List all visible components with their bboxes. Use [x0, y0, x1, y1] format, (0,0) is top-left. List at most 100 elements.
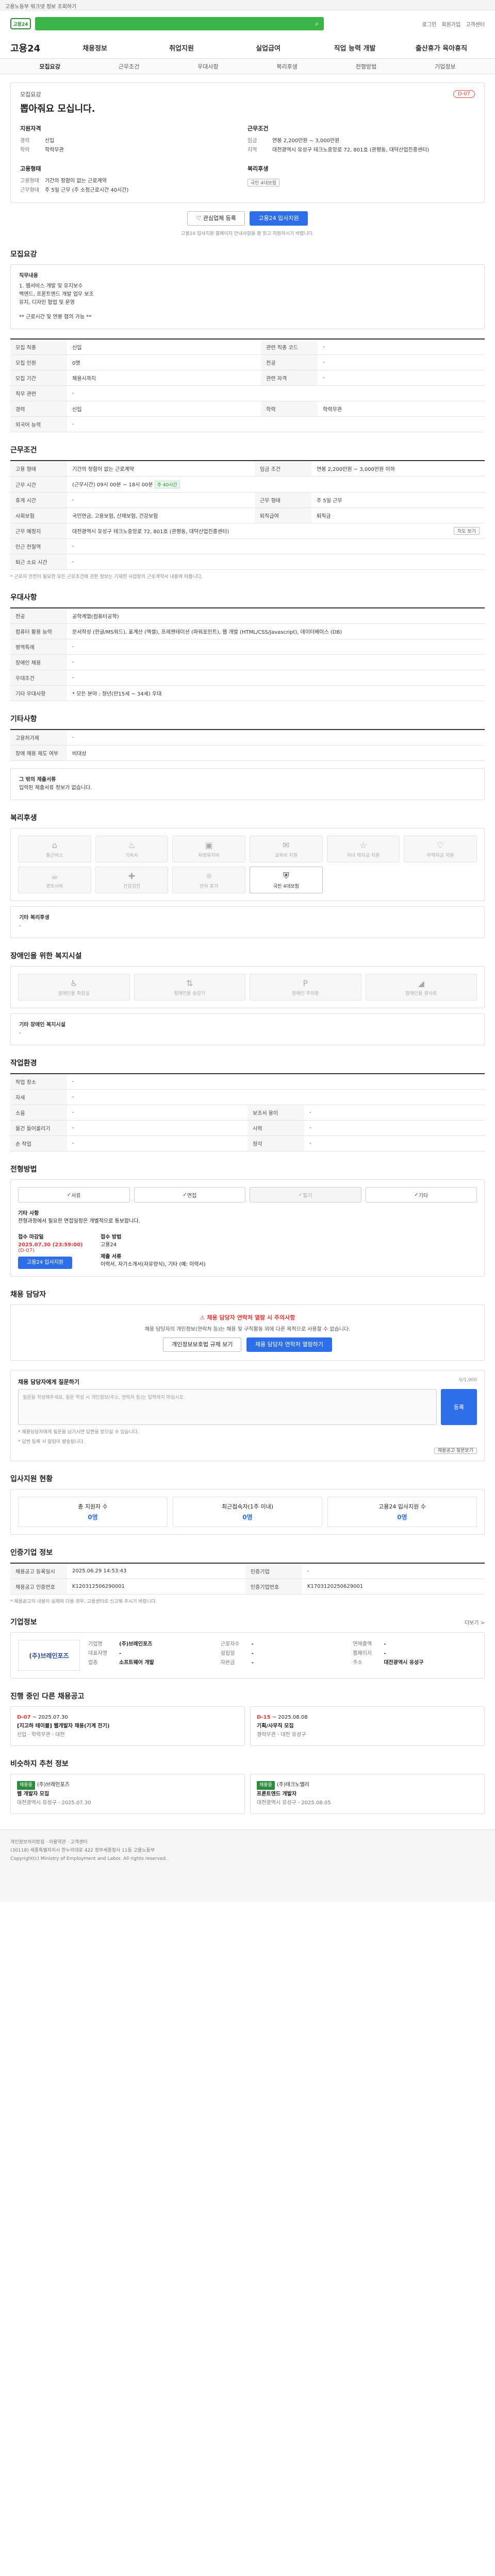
welfare-extra-value: - — [19, 923, 21, 929]
field-key: 홈페이지 — [353, 1651, 372, 1656]
field-value: 대전광역시 유성구 — [384, 1660, 424, 1666]
extra-docs-box: 그 밖의 제출서류 입력된 제출서류 정보가 없습니다. — [10, 768, 485, 800]
company-field: 설립일 - — [221, 1649, 345, 1658]
table-value: - — [67, 538, 485, 554]
job-card[interactable]: D-15 ~ 2025.08.08 기획/사무직 모집 경력무관 · 대전 유성… — [250, 1706, 485, 1746]
section-title-recruit: 모집요강 — [10, 250, 37, 259]
facility-label: 장애인용 경사로 — [405, 991, 437, 996]
help-link[interactable]: 고객센터 — [466, 20, 485, 28]
heart-icon: ♡ — [436, 840, 444, 850]
table-value: - — [67, 654, 485, 670]
stat-label: 총 지원자 수 — [78, 1503, 108, 1510]
section-title-env: 작업환경 — [10, 1059, 37, 1067]
logo[interactable]: 고용24 — [10, 18, 31, 29]
company-more-link[interactable]: 더보기 > — [465, 1618, 485, 1626]
qna-title: 채용 담당자에게 질문하기 — [18, 1379, 79, 1385]
gift-icon: ✚ — [128, 871, 136, 881]
table-key: 인증기업 — [245, 1563, 302, 1579]
nav-item-leave[interactable]: 출산휴가 육아휴직 — [398, 43, 485, 53]
table-key: 경력 — [10, 401, 67, 417]
similar-meta: 대전광역시 유성구 · 2025.08.05 — [257, 1800, 331, 1806]
table-row: 자세 - — [10, 1089, 485, 1105]
nav-item-jobs[interactable]: 채용정보 — [52, 43, 138, 53]
kv-key: 경력 — [20, 138, 30, 144]
welfare-label: 국민 4대보험 — [273, 884, 299, 889]
work-hours-chip: 주 40시간 — [154, 481, 180, 488]
welfare-item: ☼ 연차 휴가 — [172, 867, 245, 893]
map-button[interactable]: 지도 보기 — [454, 527, 480, 535]
deadline-block: 접수 마감일 2025.07.30 (23:59:00) (D-07) 고용24… — [18, 1232, 90, 1269]
qna-submit-button[interactable]: 등록 — [441, 1389, 477, 1425]
tab-selection[interactable]: 전형방법 — [326, 62, 405, 71]
job-description: 직무내용 1. 웹서비스 개발 및 유지보수 백엔드, 프론트엔드 개발 업무 … — [10, 264, 485, 329]
view-contact-button[interactable]: 채용 담당자 연락처 열람하기 — [246, 1337, 332, 1352]
welfare-label: 통근버스 — [46, 853, 63, 858]
table-key: 관련 직종 코드 — [261, 339, 318, 355]
other-table: 고용허가제 - 장애 채용 제도 여부 비대상 — [10, 729, 485, 761]
login-link[interactable]: 로그인 — [422, 20, 437, 28]
table-row: 손 작업 - 청각 - — [10, 1136, 485, 1151]
table-key: 청각 — [248, 1136, 304, 1151]
table-value: (근무시간) 09시 00분 ~ 18시 00분 주 40시간 — [67, 476, 485, 493]
nav-item-training[interactable]: 직업 능력 개발 — [311, 43, 398, 53]
kv-value: 주 5일 근무 (주 소정근로시간 40시간) — [45, 188, 129, 193]
apply-info: 접수 마감일 2025.07.30 (23:59:00) (D-07) 고용24… — [18, 1232, 477, 1269]
table-key: 모집 기간 — [10, 370, 67, 386]
field-value: - — [384, 1641, 386, 1647]
table-key: 고용 형태 — [10, 461, 67, 477]
tab-recruit[interactable]: 모집요강 — [10, 62, 89, 71]
nav-item-benefit[interactable]: 실업급여 — [225, 43, 311, 53]
apply-button[interactable]: 고용24 입사지원 — [250, 211, 308, 226]
similar-card[interactable]: 채용중 (주)브레인포즈 웹 개발자 모집 대전광역시 유성구 · 2025.07… — [10, 1774, 245, 1814]
conditions-title: 근무조건 — [248, 125, 269, 132]
welfare-label: 차량유지비 — [198, 853, 220, 858]
company-logo: (주)브레인포즈 — [18, 1640, 80, 1671]
nav-brand[interactable]: 고용24 — [10, 41, 52, 55]
welfare-item: ▣ 차량유지비 — [172, 836, 245, 862]
table-value: - — [67, 416, 485, 432]
tab-welfare[interactable]: 복리후생 — [248, 62, 326, 71]
qna-header: 채용 담당자에게 질문하기 0/1,000 — [18, 1378, 477, 1386]
qna-more-button[interactable]: 채용공고 질문보기 — [434, 1448, 477, 1454]
notice-text[interactable]: 고용노동부 워크넷 정보 조회하기 — [5, 4, 76, 10]
scrap-button[interactable]: ♡ 관심업체 등록 — [187, 211, 245, 226]
search-icon[interactable]: ⌕ — [315, 20, 319, 28]
company-header: 기업정보 더보기 > — [10, 1604, 485, 1632]
welfare-summary-title: 복리후생 — [248, 165, 269, 172]
table-row: 인근 전철역 - — [10, 538, 485, 554]
apply-button-2[interactable]: 고용24 입사지원 — [18, 1257, 73, 1269]
section-title-contact: 채용 담당자 — [10, 1291, 46, 1299]
stat-value: 0명 — [242, 1514, 253, 1521]
field-value: - — [251, 1651, 254, 1656]
nav-item-support[interactable]: 취업지원 — [138, 43, 225, 53]
table-row: 외국어 능력 - — [10, 416, 485, 432]
field-key: 업종 — [88, 1660, 98, 1666]
table-row: 고용 형태 기간의 정함이 없는 근로계약 임금 조건 연봉 2,200만원 ~ 3,… — [10, 461, 485, 477]
table-value: K120312506290001 — [67, 1579, 245, 1595]
search-input[interactable]: ⌕ — [35, 17, 324, 30]
table-key: 소음 — [10, 1105, 67, 1121]
company-col: 근로자수 - 설립일 - 자본금 - — [221, 1640, 345, 1671]
company-info: 기업명 (주)브레인포즈 대표자명 - 업종 소프트웨어 개발 근로자수 - 설립일 - … — [88, 1640, 477, 1671]
tab-conditions[interactable]: 근무조건 — [89, 62, 168, 71]
tab-company[interactable]: 기업정보 — [406, 62, 485, 71]
kv-key: 학력 — [20, 147, 30, 153]
tab-preference[interactable]: 우대사항 — [169, 62, 248, 71]
privacy-law-button[interactable]: 개인정보보호법 규제 보기 — [163, 1337, 242, 1352]
signup-link[interactable]: 회원가입 — [441, 20, 460, 28]
qna-counter: 0/1,000 — [459, 1378, 477, 1383]
job-card[interactable]: D-07 ~ 2025.07.30 [지고하 테이블] 웹개발자 채용(기계 전… — [10, 1706, 245, 1746]
elevator-icon: ⇅ — [186, 978, 193, 988]
table-value: - — [67, 492, 255, 508]
field-value: - — [251, 1641, 254, 1647]
welfare-item: ☕ 경조사비 — [18, 867, 91, 893]
qna-note: * 채용담당자에게 질문을 남기시면 답변을 받으실 수 있습니다. — [18, 1430, 139, 1435]
similar-card[interactable]: 채용중 (주)테크노밸리 프론트엔드 개발자 대전광역시 유성구 · 2025.0… — [250, 1774, 485, 1814]
field-value: 소프트웨어 개발 — [119, 1660, 154, 1666]
table-value: 0명 — [67, 354, 261, 370]
footer-line[interactable]: 개인정보처리방침 · 이용약관 · 고객센터 — [10, 1838, 485, 1846]
table-key: 퇴근 소요 시간 — [10, 554, 67, 570]
qna-textarea[interactable]: 질문을 작성해주세요. 질문 작성 시 개인정보(주소, 연락처 등)는 입력하… — [18, 1389, 437, 1425]
table-key: 사회보험 — [10, 507, 67, 523]
field-key: 자본금 — [220, 1660, 235, 1666]
